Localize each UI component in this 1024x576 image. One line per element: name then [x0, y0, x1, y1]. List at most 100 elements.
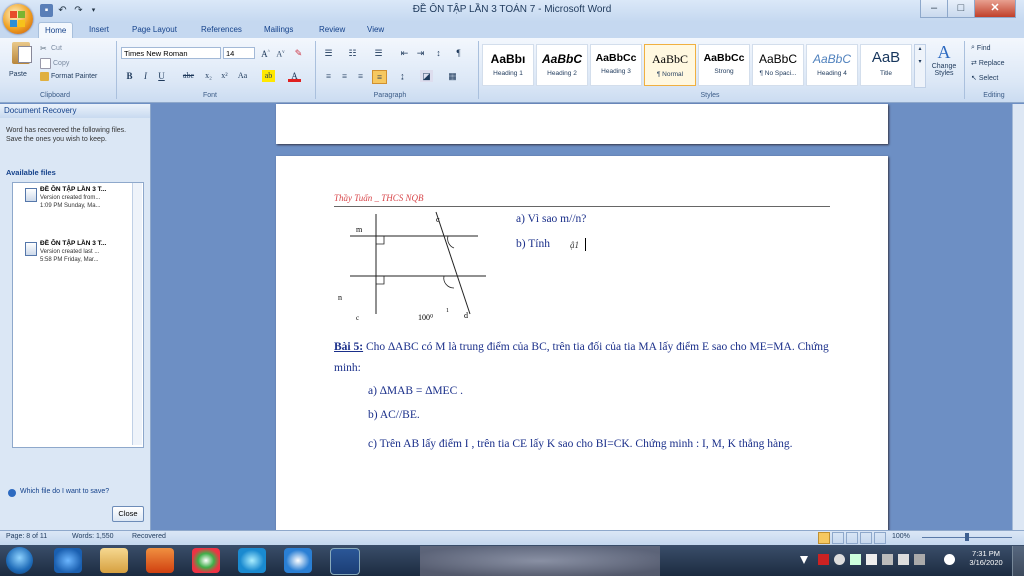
- paste-button[interactable]: [8, 42, 34, 72]
- close-window-button[interactable]: ✕: [974, 0, 1016, 18]
- language-icon[interactable]: [850, 554, 861, 565]
- bai5-paragraph: Bài 5: Cho ∆ABC có M là trung điểm của B…: [334, 337, 834, 379]
- multilevel-list-icon[interactable]: ☰: [372, 47, 385, 59]
- clock[interactable]: 7:31 PM 3/16/2020: [966, 549, 1006, 567]
- start-button[interactable]: [6, 547, 33, 574]
- font-size-combo[interactable]: 14: [223, 47, 255, 59]
- justify-icon[interactable]: ≡: [372, 70, 387, 84]
- notification-icon[interactable]: [944, 554, 955, 565]
- style-heading-4[interactable]: AaBbC Heading 4: [806, 44, 858, 86]
- highlight-icon[interactable]: ab: [262, 70, 275, 82]
- vertical-scrollbar[interactable]: [1012, 104, 1024, 530]
- minimize-button[interactable]: –: [920, 0, 948, 18]
- undo-icon[interactable]: ↶: [56, 4, 69, 17]
- web-layout-view-icon[interactable]: [846, 532, 858, 544]
- bold-icon[interactable]: B: [123, 70, 136, 82]
- tab-home[interactable]: Home: [38, 22, 74, 39]
- print-layout-view-icon[interactable]: [818, 532, 830, 544]
- media-player-icon[interactable]: [146, 548, 174, 573]
- italic-icon[interactable]: I: [139, 70, 152, 82]
- label-n: n: [338, 293, 342, 302]
- label-c-bottom: c: [356, 314, 359, 322]
- tab-mailings[interactable]: Mailings: [258, 22, 299, 38]
- bullets-icon[interactable]: ☰: [322, 47, 335, 59]
- files-list-scrollbar[interactable]: [132, 183, 142, 445]
- save-icon[interactable]: ▪: [40, 4, 53, 17]
- show-desktop-button[interactable]: [1012, 546, 1024, 576]
- browser-icon[interactable]: [238, 548, 266, 573]
- superscript-icon[interactable]: x²: [218, 70, 231, 82]
- which-file-link[interactable]: Which file do I want to save?: [20, 488, 109, 495]
- style-normal[interactable]: AaBbC ¶ Normal: [644, 44, 696, 86]
- zoom-level[interactable]: 100%: [892, 533, 910, 540]
- available-files-heading: Available files: [6, 168, 56, 177]
- find-button[interactable]: ⌕ Find: [971, 44, 991, 52]
- customize-qat-icon[interactable]: ▾: [87, 4, 100, 17]
- file-explorer-icon[interactable]: [100, 548, 128, 573]
- select-button[interactable]: ↖ Select: [971, 74, 998, 83]
- battery-icon[interactable]: [882, 554, 893, 565]
- office-button[interactable]: [3, 4, 33, 34]
- chrome-icon[interactable]: [192, 548, 220, 573]
- redo-icon[interactable]: ↷: [72, 4, 85, 17]
- tab-view[interactable]: View: [361, 22, 390, 38]
- zalo-icon[interactable]: [284, 548, 312, 573]
- maximize-button[interactable]: □: [947, 0, 975, 18]
- zoom-slider-thumb[interactable]: [965, 533, 969, 541]
- decrease-indent-icon[interactable]: ⇤: [398, 47, 411, 59]
- antivirus-icon[interactable]: [818, 554, 829, 565]
- style-no-spacing[interactable]: AaBbC ¶ No Spaci...: [752, 44, 804, 86]
- styles-gallery-scroll[interactable]: ▴ ▾: [914, 44, 926, 88]
- style-heading-1[interactable]: AaBbı Heading 1: [482, 44, 534, 86]
- word-taskbar-icon[interactable]: [330, 548, 360, 575]
- network-icon[interactable]: [898, 554, 909, 565]
- style-strong[interactable]: AaBbCc Strong: [698, 44, 750, 86]
- font-color-icon[interactable]: A: [288, 70, 301, 82]
- text-cursor: [585, 238, 586, 251]
- align-right-icon[interactable]: ≡: [354, 70, 367, 82]
- copy-button[interactable]: Copy: [40, 58, 69, 69]
- change-case-icon[interactable]: Aa: [236, 70, 249, 82]
- angle-arc: [447, 235, 455, 249]
- shrink-font-icon[interactable]: Av: [274, 47, 287, 59]
- format-painter-button[interactable]: Format Painter: [40, 72, 97, 81]
- outline-view-icon[interactable]: [860, 532, 872, 544]
- clear-format-icon[interactable]: ✎: [292, 47, 305, 59]
- cut-button[interactable]: ✂ Cut: [40, 44, 62, 53]
- word-count[interactable]: Words: 1,550: [72, 533, 114, 540]
- borders-icon[interactable]: ▦: [446, 70, 459, 82]
- sort-icon[interactable]: ↕: [432, 47, 445, 59]
- internet-explorer-icon[interactable]: [54, 548, 82, 573]
- show-marks-icon[interactable]: ¶: [452, 47, 465, 59]
- tab-references[interactable]: References: [195, 22, 248, 38]
- align-left-icon[interactable]: ≡: [322, 70, 335, 82]
- volume-icon[interactable]: [834, 554, 845, 565]
- shading-icon[interactable]: ◪: [420, 70, 433, 82]
- draft-view-icon[interactable]: [874, 532, 886, 544]
- tab-insert[interactable]: Insert: [83, 22, 115, 38]
- style-heading-3[interactable]: AaBbCc Heading 3: [590, 44, 642, 86]
- tab-review[interactable]: Review: [313, 22, 351, 38]
- numbering-icon[interactable]: ☷: [346, 47, 359, 59]
- increase-indent-icon[interactable]: ⇥: [414, 47, 427, 59]
- subscript-icon[interactable]: x₂: [202, 70, 215, 82]
- page-count[interactable]: Page: 8 of 11: [6, 533, 47, 540]
- right-angle-mark: [376, 236, 385, 245]
- recovered-status: Recovered: [132, 533, 166, 540]
- recovery-close-button[interactable]: Close: [112, 506, 144, 522]
- style-heading-2[interactable]: AaBbC Heading 2: [536, 44, 588, 86]
- replace-button[interactable]: ⇄ Replace: [971, 59, 1005, 68]
- flag-icon[interactable]: [866, 554, 877, 565]
- line-spacing-icon[interactable]: ↨: [396, 70, 409, 82]
- editing-group-label: Editing: [983, 92, 1005, 99]
- full-screen-view-icon[interactable]: [832, 532, 844, 544]
- change-styles-button[interactable]: A Change Styles: [928, 42, 960, 77]
- tab-page-layout[interactable]: Page Layout: [126, 22, 183, 38]
- speaker-icon[interactable]: [914, 554, 925, 565]
- grow-font-icon[interactable]: A^: [259, 47, 272, 59]
- style-title[interactable]: AaB Title: [860, 44, 912, 86]
- font-name-combo[interactable]: Times New Roman: [121, 47, 221, 59]
- underline-icon[interactable]: U: [155, 70, 168, 82]
- align-center-icon[interactable]: ≡: [338, 70, 351, 82]
- strikethrough-icon[interactable]: abe: [182, 70, 195, 82]
